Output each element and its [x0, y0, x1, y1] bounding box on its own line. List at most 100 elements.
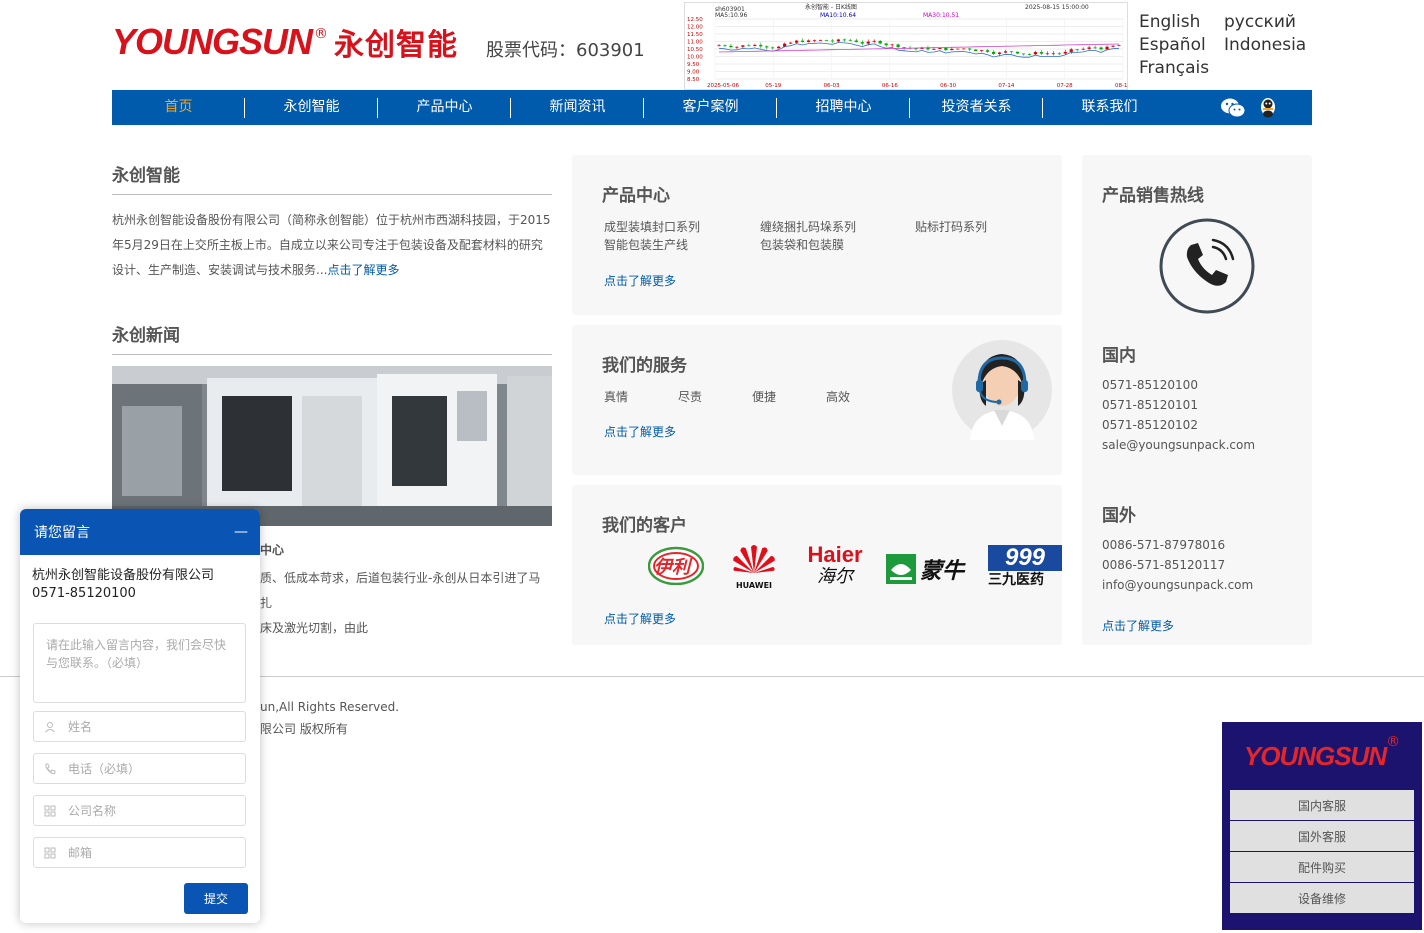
news-headline[interactable]: 中心 [260, 541, 284, 558]
grid-icon [44, 847, 56, 858]
chart-candle [968, 48, 972, 50]
chart-candle [884, 43, 888, 46]
domestic-service-button[interactable]: 国内客服 [1230, 790, 1414, 821]
chart-y-tick: 9.00 [687, 70, 700, 76]
product-link[interactable]: 贴标打码系列 [915, 218, 987, 235]
chat-header: 请您留言 — [20, 509, 260, 555]
phone-icon [1159, 218, 1255, 314]
services-title: 我们的服务 [602, 356, 687, 376]
chat-company-input[interactable]: 公司名称 [33, 795, 246, 826]
customer-logo-yili[interactable]: 伊利 [647, 545, 705, 586]
chat-email-input[interactable]: 邮箱 [33, 837, 246, 868]
news-title: 永创新闻 [112, 326, 180, 346]
lang-french[interactable]: Français [1139, 58, 1209, 78]
products-title: 产品中心 [602, 186, 670, 206]
chat-company-name: 杭州永创智能设备股份有限公司 [32, 568, 215, 583]
chart-candle [866, 41, 870, 44]
products-panel: 产品中心 成型装填封口系列 缠绕捆扎码垛系列 贴标打码系列 智能包装生产线 包装… [572, 155, 1062, 315]
customer-service-box: YOUNGSUN ® 国内客服 国外客服 配件购买 设备维修 [1222, 722, 1422, 930]
huawei-logo-text: HUAWEI [735, 581, 773, 590]
hotline-more-link[interactable]: 点击了解更多 [1102, 617, 1174, 634]
stock-kline-chart[interactable]: sh603901 永创智能 - 日K线图 MA5:10.96 MA10:10.6… [684, 2, 1131, 90]
customer-logo-999[interactable]: 999 三九医药 [988, 545, 1062, 591]
lang-russian[interactable]: русский [1224, 12, 1296, 32]
domestic-email[interactable]: sale@youngsunpack.com [1102, 435, 1255, 455]
qq-icon[interactable] [1258, 97, 1278, 119]
chat-name-input[interactable]: 姓名 [33, 711, 246, 742]
chart-candle [878, 40, 882, 44]
nav-news[interactable]: 新闻资讯 [511, 90, 644, 125]
parts-purchase-button[interactable]: 配件购买 [1230, 852, 1414, 883]
chat-minimize-button[interactable]: — [234, 524, 248, 540]
domestic-phone[interactable]: 0571-85120101 [1102, 395, 1255, 415]
chart-candle [789, 42, 793, 44]
customer-logo-mengniu[interactable]: 蒙牛 [886, 553, 970, 585]
service-item: 真情 [604, 390, 629, 404]
service-item: 高效 [826, 390, 851, 404]
nav-about[interactable]: 永创智能 [245, 90, 378, 125]
chat-phone-input[interactable]: 电话（必填） [33, 753, 246, 784]
nav-careers[interactable]: 招聘中心 [777, 90, 910, 125]
nav-products[interactable]: 产品中心 [378, 90, 511, 125]
chart-x-tick: 2025-05-06 [707, 83, 739, 89]
chart-timestamp: 2025-08-15 15:00:00 [1025, 4, 1089, 11]
chart-candle [830, 40, 835, 42]
wechat-icon[interactable] [1220, 97, 1246, 119]
customer-logo-haier[interactable]: Haier 海尔 [802, 543, 868, 591]
chart-candle [759, 44, 763, 47]
about-more-link[interactable]: 点击了解更多 [327, 263, 399, 277]
nav-contact[interactable]: 联系我们 [1043, 90, 1176, 125]
news-excerpt-line: 床及激光切割，由此 [260, 621, 369, 635]
chart-candle [890, 44, 894, 46]
customers-more-link[interactable]: 点击了解更多 [604, 610, 676, 627]
chat-message-input[interactable]: 请在此输入留言内容，我们会尽快与您联系。（必填） [33, 623, 246, 703]
chart-candle [992, 51, 996, 54]
chart-candle [896, 44, 900, 48]
products-more-link[interactable]: 点击了解更多 [604, 272, 676, 289]
domestic-phone[interactable]: 0571-85120100 [1102, 375, 1255, 395]
chart-candle [1051, 53, 1055, 55]
news-divider [112, 354, 552, 355]
product-link[interactable]: 缠绕捆扎码垛系列 [760, 218, 856, 235]
news-image[interactable] [112, 366, 552, 526]
logo-text-en: YOUNGSUN [112, 21, 313, 62]
chart-candle [800, 40, 805, 42]
overseas-email[interactable]: info@youngsunpack.com [1102, 575, 1253, 595]
service-item: 尽责 [678, 390, 703, 404]
services-more-link[interactable]: 点击了解更多 [604, 423, 676, 440]
product-link[interactable]: 包装袋和包装膜 [760, 236, 844, 253]
chart-candle [1033, 52, 1038, 55]
chart-candle [818, 39, 823, 41]
nav-cases[interactable]: 客户案例 [644, 90, 777, 125]
chat-email-placeholder: 邮箱 [68, 846, 93, 860]
overseas-service-button[interactable]: 国外客服 [1230, 821, 1414, 852]
chat-submit-button[interactable]: 提交 [184, 883, 248, 914]
product-link[interactable]: 成型装填封口系列 [604, 218, 700, 235]
nav-home[interactable]: 首页 [112, 90, 245, 125]
nav-investors[interactable]: 投资者关系 [910, 90, 1043, 125]
domestic-phone[interactable]: 0571-85120102 [1102, 415, 1255, 435]
chart-candle [741, 45, 745, 47]
chart-candle [1075, 49, 1079, 51]
chart-candle [974, 49, 978, 52]
product-link[interactable]: 智能包装生产线 [604, 236, 688, 253]
lang-spanish[interactable]: Español [1139, 35, 1206, 55]
chart-y-tick: 11.00 [687, 40, 703, 46]
equipment-repair-button[interactable]: 设备维修 [1230, 883, 1414, 914]
lang-indonesian[interactable]: Indonesia [1224, 35, 1306, 55]
phone-small-icon [45, 763, 56, 774]
customer-logo-huawei[interactable]: HUAWEI [730, 543, 778, 590]
site-logo[interactable]: YOUNGSUN ® 永创智能 [112, 20, 472, 64]
chart-y-tick: 9.50 [687, 62, 700, 68]
overseas-phone[interactable]: 0086-571-87978016 [1102, 535, 1253, 555]
overseas-title: 国外 [1102, 506, 1136, 526]
grid-icon [44, 805, 56, 816]
chart-y-tick: 12.00 [687, 25, 703, 31]
overseas-phone[interactable]: 0086-571-85120117 [1102, 555, 1253, 575]
social-icons [1220, 97, 1278, 119]
lang-english[interactable]: English [1139, 12, 1200, 32]
chart-x-tick: 08-15 [1115, 83, 1127, 89]
message-chat-widget: 请您留言 — 杭州永创智能设备股份有限公司 0571-85120100 请在此输… [20, 509, 260, 923]
chart-candle [980, 50, 984, 52]
footer-rights: 限公司 版权所有 [260, 722, 348, 736]
